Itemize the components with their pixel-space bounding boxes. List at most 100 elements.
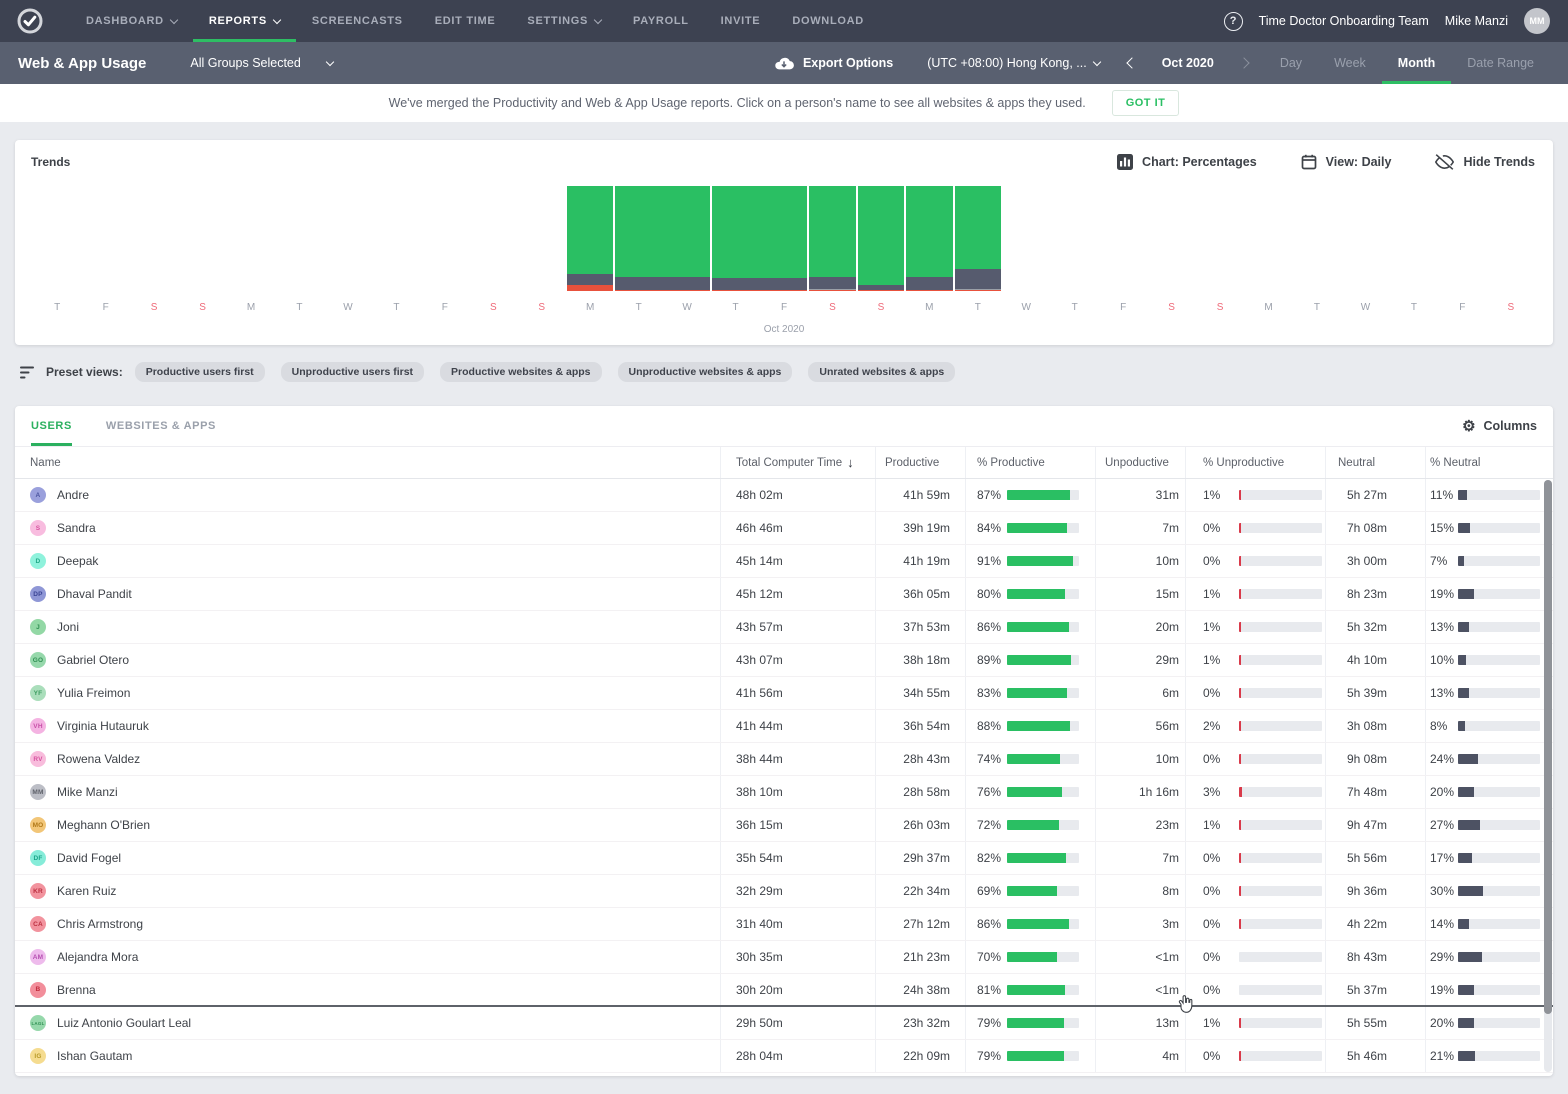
range-tab-week[interactable]: Week [1318, 42, 1382, 84]
range-tab-month[interactable]: Month [1382, 42, 1451, 84]
pct-neutral-cell: 14% [1425, 908, 1553, 940]
chart-bar-oct-13-14[interactable] [615, 186, 710, 291]
x-tick-label: T [1390, 302, 1438, 313]
nav-item-download[interactable]: DOWNLOAD [776, 0, 880, 42]
chart-bar-oct-15-16[interactable] [712, 186, 807, 291]
user-name-cell[interactable]: SSandra [15, 512, 720, 544]
user-name-cell[interactable]: DPDhaval Pandit [15, 578, 720, 610]
help-icon[interactable]: ? [1224, 12, 1243, 31]
tab-websites-apps[interactable]: WEBSITES & APPS [106, 406, 216, 446]
unproductive-bar [1239, 589, 1322, 599]
preset-chip-3[interactable]: Productive websites & apps [440, 362, 601, 382]
user-name-cell[interactable]: RVRowena Valdez [15, 743, 720, 775]
timezone-selector[interactable]: (UTC +08:00) Hong Kong, ... [927, 56, 1099, 70]
productive-bar [1007, 523, 1079, 533]
tab-users[interactable]: USERS [31, 406, 72, 446]
chart-bar-oct-19[interactable] [906, 186, 952, 291]
table-row: VHVirginia Hutauruk41h 44m36h 54m88%56m2… [15, 710, 1553, 743]
preset-chip-2[interactable]: Unproductive users first [281, 362, 424, 382]
avatar: MM [30, 784, 46, 800]
pct-unproductive-cell: 0% [1185, 842, 1325, 874]
table-row: LAGLLuiz Antonio Goulart Leal29h 50m23h … [15, 1007, 1553, 1040]
table-scrollbar-thumb[interactable] [1544, 480, 1552, 1014]
pct-productive-value: 80% [977, 587, 1007, 601]
user-name-cell[interactable]: IGIshan Gautam [15, 1040, 720, 1072]
unproductive-bar-fill [1239, 688, 1241, 698]
user-name-cell[interactable]: GOGabriel Otero [15, 644, 720, 676]
header-pct-unproductive[interactable]: % Unproductive [1185, 447, 1325, 478]
user-name-cell[interactable]: DDeepak [15, 545, 720, 577]
nav-item-payroll[interactable]: PAYROLL [617, 0, 705, 42]
user-name-cell[interactable]: KRKaren Ruiz [15, 875, 720, 907]
unproductive-time-cell: 8m [1095, 875, 1185, 907]
nav-item-settings[interactable]: SETTINGS [511, 0, 617, 42]
prev-month-button[interactable] [1128, 59, 1136, 67]
nav-item-screencasts[interactable]: SCREENCASTS [296, 0, 419, 42]
pct-unproductive-cell: 1% [1185, 578, 1325, 610]
user-name-cell[interactable]: MM Mike Manzi [15, 776, 720, 808]
user-name-cell[interactable]: CAChris Armstrong [15, 908, 720, 940]
user-name-cell[interactable]: MOMeghann O'Brien [15, 809, 720, 841]
chart-bar-oct-17[interactable] [809, 186, 855, 291]
chevron-down-icon [170, 15, 178, 23]
preset-chip-5[interactable]: Unrated websites & apps [808, 362, 955, 382]
got-it-button[interactable]: GOT IT [1112, 90, 1180, 116]
user-name-cell[interactable]: JJoni [15, 611, 720, 643]
user-name-cell[interactable]: DFDavid Fogel [15, 842, 720, 874]
productive-time-cell: 23h 32m [875, 1007, 965, 1039]
header-neutral[interactable]: Neutral [1325, 447, 1425, 478]
header-total-computer-time[interactable]: Total Computer Time ↓ [720, 447, 875, 478]
total-time-cell: 30h 35m [720, 941, 875, 973]
team-name[interactable]: Time Doctor Onboarding Team [1259, 14, 1429, 28]
user-name-cell[interactable]: AAndre [15, 479, 720, 511]
nav-item-dashboard[interactable]: DASHBOARD [70, 0, 193, 42]
x-tick-label: W [324, 302, 372, 313]
table-row: RVRowena Valdez38h 44m28h 43m74%10m0%9h … [15, 743, 1553, 776]
user-name-cell[interactable]: LAGLLuiz Antonio Goulart Leal [15, 1007, 720, 1039]
pct-neutral-value: 11% [1430, 488, 1458, 502]
pct-productive-cell: 79% [965, 1007, 1095, 1039]
segment-productive [809, 186, 855, 277]
user-name-cell[interactable]: AMAlejandra Mora [15, 941, 720, 973]
nav-item-edit-time[interactable]: EDIT TIME [419, 0, 512, 42]
avatar: RV [30, 751, 46, 767]
total-time-cell: 29h 50m [720, 1007, 875, 1039]
unproductive-time-cell: 56m [1095, 710, 1185, 742]
user-name-cell[interactable]: VHVirginia Hutauruk [15, 710, 720, 742]
header-name[interactable]: Name [15, 447, 720, 478]
user-name: Mike Manzi [57, 785, 118, 799]
chart-bar-oct-20[interactable] [955, 186, 1001, 291]
nav-item-invite[interactable]: INVITE [705, 0, 777, 42]
view-mode-toggle[interactable]: View: Daily [1301, 154, 1392, 170]
table-row: AMAlejandra Mora30h 35m21h 23m70%<1m0%8h… [15, 941, 1553, 974]
time-doctor-logo-icon[interactable] [16, 7, 44, 35]
header-productive[interactable]: Productive [875, 447, 965, 478]
groups-selector[interactable]: All Groups Selected [190, 56, 332, 70]
range-tab-date-range[interactable]: Date Range [1451, 42, 1550, 84]
pct-productive-cell: 82% [965, 842, 1095, 874]
header-unproductive[interactable]: Unpoductive [1095, 447, 1185, 478]
header-pct-neutral[interactable]: % Neutral [1425, 447, 1553, 478]
pct-unproductive-value: 0% [1203, 752, 1239, 766]
chart-bar-oct-12[interactable] [567, 186, 613, 291]
preset-chip-1[interactable]: Productive users first [135, 362, 265, 382]
chart-type-toggle[interactable]: Chart: Percentages [1117, 154, 1257, 170]
neutral-time-cell: 3h 08m [1325, 710, 1425, 742]
nav-item-reports[interactable]: REPORTS [193, 0, 296, 42]
next-month-button[interactable] [1240, 59, 1248, 67]
columns-button[interactable]: ⚙ Columns [1462, 419, 1537, 434]
user-name[interactable]: Mike Manzi [1445, 14, 1508, 28]
header-pct-productive[interactable]: % Productive [965, 447, 1095, 478]
user-avatar[interactable]: MM [1524, 8, 1550, 34]
range-tab-day[interactable]: Day [1264, 42, 1318, 84]
user-name: Yulia Freimon [57, 686, 130, 700]
pct-unproductive-value: 1% [1203, 653, 1239, 667]
export-options-button[interactable]: Export Options [774, 56, 893, 71]
hide-trends-button[interactable]: Hide Trends [1435, 154, 1535, 170]
chart-bar-oct-18[interactable] [858, 186, 904, 291]
pct-neutral-cell: 20% [1425, 1007, 1553, 1039]
user-name-cell[interactable]: YFYulia Freimon [15, 677, 720, 709]
preset-chip-4[interactable]: Unproductive websites & apps [618, 362, 793, 382]
user-name-cell[interactable]: BBrenna [15, 974, 720, 1005]
total-time-cell: 31h 40m [720, 908, 875, 940]
